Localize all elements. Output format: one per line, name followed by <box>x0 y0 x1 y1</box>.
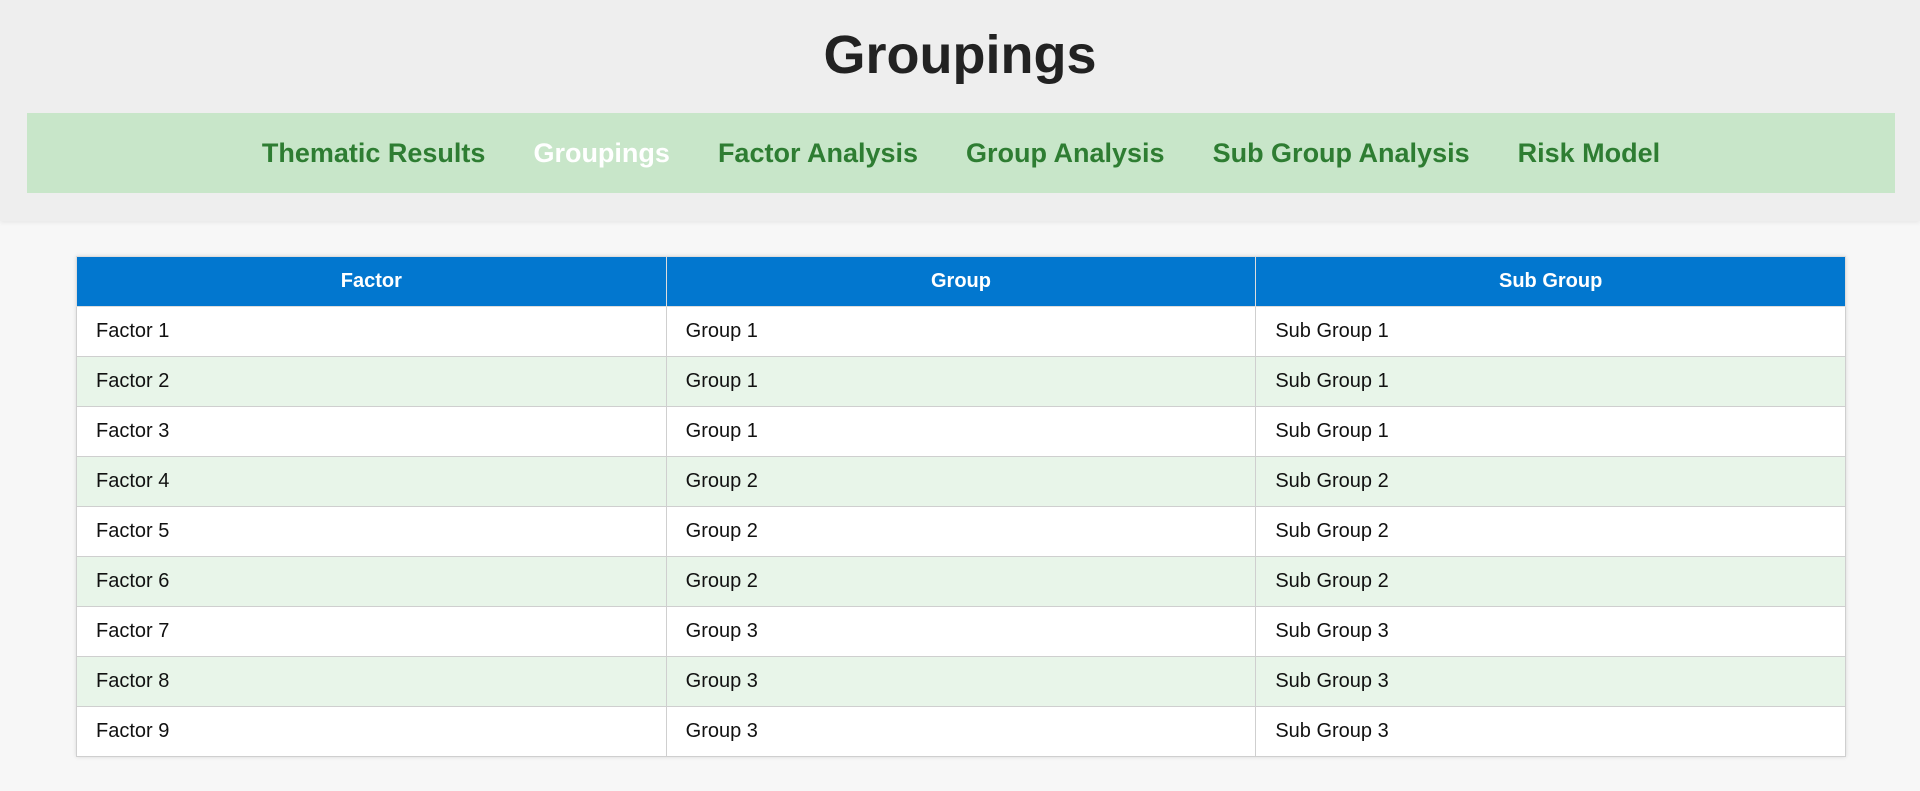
sub-group-cell: Sub Group 2 <box>1255 456 1846 507</box>
table-row: Factor 7 Group 3 Sub Group 3 <box>76 606 1846 657</box>
main-content: Factor Group Sub Group Factor 1 Group 1 … <box>76 256 1846 757</box>
nav-item-risk-model[interactable]: Risk Model <box>1518 138 1661 169</box>
nav-item-factor-analysis[interactable]: Factor Analysis <box>718 138 918 169</box>
group-cell: Group 1 <box>665 306 1257 357</box>
factor-cell: Factor 4 <box>76 456 667 507</box>
sub-group-cell: Sub Group 1 <box>1255 406 1846 457</box>
factor-cell: Factor 3 <box>76 406 667 457</box>
sub-group-cell: Sub Group 2 <box>1255 506 1846 557</box>
column-header-sub-group[interactable]: Sub Group <box>1255 256 1846 307</box>
table-row: Factor 1 Group 1 Sub Group 1 <box>76 306 1846 357</box>
sub-group-cell: Sub Group 2 <box>1255 556 1846 607</box>
sub-group-cell: Sub Group 3 <box>1255 706 1846 757</box>
group-cell: Group 2 <box>665 456 1257 507</box>
table-row: Factor 4 Group 2 Sub Group 2 <box>76 456 1846 507</box>
table-header-row: Factor Group Sub Group <box>76 256 1846 307</box>
group-cell: Group 2 <box>665 556 1257 607</box>
sub-group-cell: Sub Group 1 <box>1255 306 1846 357</box>
nav-item-groupings[interactable]: Groupings <box>533 138 670 169</box>
factor-cell: Factor 8 <box>76 656 667 707</box>
factor-cell: Factor 6 <box>76 556 667 607</box>
table-row: Factor 9 Group 3 Sub Group 3 <box>76 706 1846 757</box>
group-cell: Group 3 <box>665 706 1257 757</box>
group-cell: Group 1 <box>665 406 1257 457</box>
factor-cell: Factor 5 <box>76 506 667 557</box>
sub-group-cell: Sub Group 3 <box>1255 606 1846 657</box>
table-row: Factor 2 Group 1 Sub Group 1 <box>76 356 1846 407</box>
table-row: Factor 8 Group 3 Sub Group 3 <box>76 656 1846 707</box>
table-row: Factor 5 Group 2 Sub Group 2 <box>76 506 1846 557</box>
group-cell: Group 3 <box>665 656 1257 707</box>
column-header-group[interactable]: Group <box>665 256 1257 307</box>
group-cell: Group 2 <box>665 506 1257 557</box>
factor-cell: Factor 1 <box>76 306 667 357</box>
column-header-factor[interactable]: Factor <box>76 256 667 307</box>
nav-item-group-analysis[interactable]: Group Analysis <box>966 138 1165 169</box>
page-header: Groupings Thematic Results Groupings Fac… <box>0 0 1920 221</box>
nav-item-thematic-results[interactable]: Thematic Results <box>262 138 486 169</box>
factor-cell: Factor 9 <box>76 706 667 757</box>
groupings-table: Factor Group Sub Group Factor 1 Group 1 … <box>76 256 1846 757</box>
group-cell: Group 1 <box>665 356 1257 407</box>
factor-cell: Factor 7 <box>76 606 667 657</box>
factor-cell: Factor 2 <box>76 356 667 407</box>
table-row: Factor 3 Group 1 Sub Group 1 <box>76 406 1846 457</box>
sub-group-cell: Sub Group 1 <box>1255 356 1846 407</box>
group-cell: Group 3 <box>665 606 1257 657</box>
main-nav: Thematic Results Groupings Factor Analys… <box>27 113 1895 193</box>
table-row: Factor 6 Group 2 Sub Group 2 <box>76 556 1846 607</box>
nav-item-sub-group-analysis[interactable]: Sub Group Analysis <box>1213 138 1470 169</box>
sub-group-cell: Sub Group 3 <box>1255 656 1846 707</box>
page-title: Groupings <box>823 25 1097 85</box>
